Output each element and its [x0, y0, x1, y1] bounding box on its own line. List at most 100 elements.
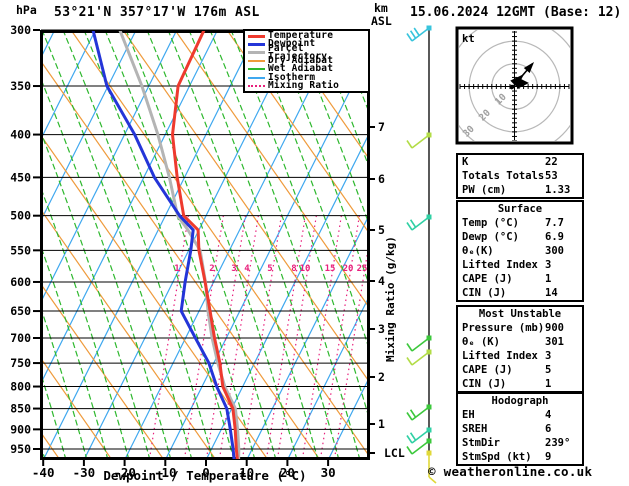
svg-text:4: 4: [244, 264, 250, 274]
svg-text:550: 550: [10, 243, 31, 257]
table-row: PW (cm) 1.33: [458, 183, 582, 197]
credit: © weatheronline.co.uk: [428, 464, 593, 479]
row-value: 7.7: [545, 217, 564, 229]
wind-barb: [406, 337, 430, 352]
table-row: EH 4: [458, 408, 582, 422]
svg-text:600: 600: [10, 275, 31, 289]
wind-barb: [406, 134, 430, 149]
svg-text:2: 2: [209, 264, 214, 274]
panel-most-unstable: Most Unstable Pressure (mb) 900 θₑ (K) 301 Li…: [456, 305, 584, 393]
svg-text:25: 25: [357, 264, 368, 274]
legend-swatch: [248, 51, 265, 55]
svg-text:3: 3: [231, 264, 236, 274]
legend-item-mixing-ratio: Mixing Ratio: [245, 79, 368, 91]
wind-barb: [406, 440, 430, 455]
row-value: 239°: [545, 437, 571, 449]
row-label: Pressure (mb): [462, 322, 545, 334]
row-label: Dewp (°C): [462, 231, 519, 243]
row-label: Totals Totals: [462, 170, 545, 182]
legend-label: Mixing Ratio: [268, 79, 340, 91]
row-value: 6.9: [545, 231, 564, 243]
skewt-app: 300 350 400 450 500 550 600 650 700 750 800 850 900 9…: [0, 0, 629, 486]
altitude-axis-unit: km: [374, 1, 388, 15]
row-label: Temp (°C): [462, 217, 519, 229]
svg-text:6: 6: [378, 172, 385, 186]
x-axis-label: Dewpoint / Temperature (°C): [103, 468, 307, 483]
hodograph: 102030kt: [455, 26, 574, 145]
svg-text:kt: kt: [462, 33, 475, 45]
svg-text:900: 900: [10, 422, 31, 436]
svg-text:450: 450: [10, 170, 31, 184]
row-label: StmSpd (kt): [462, 451, 532, 463]
svg-text:750: 750: [10, 356, 31, 370]
svg-text:15: 15: [325, 264, 336, 274]
table-row: StmDir 239°: [458, 436, 582, 450]
table-row: Temp (°C) 7.7: [458, 216, 582, 230]
row-value: 3: [545, 350, 552, 362]
mixing-ratio-axis-label: Mixing Ratio (g/kg): [384, 236, 397, 362]
svg-text:700: 700: [10, 331, 31, 345]
svg-text:1: 1: [378, 417, 385, 431]
datetime-title: 15.06.2024 12GMT (Base: 12): [410, 5, 622, 20]
row-label: SREH: [462, 423, 488, 435]
wind-barb: [406, 429, 430, 444]
panel-surface: Surface Temp (°C) 7.7 Dewp (°C) 6.9 θₑ(K) 300 L…: [456, 200, 584, 302]
row-value: 9: [545, 451, 552, 463]
row-value: 1: [545, 378, 552, 390]
table-row: CIN (J) 1: [458, 377, 582, 391]
plot-frame: [40, 30, 370, 460]
svg-text:950: 950: [10, 442, 31, 456]
row-value: 900: [545, 322, 564, 334]
altitude-axis-ref: ASL: [371, 14, 392, 28]
legend: Temperature Dewpoint Parcel Trajectory Dry …: [243, 29, 370, 93]
row-label: Lifted Index: [462, 259, 538, 271]
row-label: Lifted Index: [462, 350, 538, 362]
svg-text:650: 650: [10, 304, 31, 318]
svg-text:800: 800: [10, 380, 31, 394]
panel-hodograph: Hodograph EH 4 SREH 6 StmDir 239° StmSpd (kt) 9: [456, 392, 584, 466]
table-row: CAPE (J) 5: [458, 363, 582, 377]
row-label: PW (cm): [462, 184, 507, 196]
svg-text:400: 400: [10, 128, 31, 142]
row-value: 301: [545, 336, 564, 348]
row-label: θₑ (K): [462, 336, 500, 348]
row-label: CAPE (J): [462, 364, 513, 376]
svg-text:850: 850: [10, 402, 31, 416]
svg-text:8: 8: [291, 264, 296, 274]
svg-text:5: 5: [267, 264, 272, 274]
wind-barb: [406, 216, 430, 231]
row-value: 22: [545, 156, 558, 168]
row-value: 1: [545, 273, 552, 285]
row-value: 5: [545, 364, 552, 376]
wind-barb: [406, 351, 430, 366]
table-row: SREH 6: [458, 422, 582, 436]
table-row: Pressure (mb) 900: [458, 321, 582, 335]
row-label: CAPE (J): [462, 273, 513, 285]
legend-swatch: [248, 42, 265, 46]
panel-indices: K 22 Totals Totals 53 PW (cm) 1.33: [456, 153, 584, 199]
row-value: 14: [545, 287, 558, 299]
table-row: StmSpd (kt) 9: [458, 450, 582, 464]
table-row: CIN (J) 14: [458, 286, 582, 300]
row-value: 6: [545, 423, 552, 435]
table-row: Lifted Index 3: [458, 349, 582, 363]
row-value: 1.33: [545, 184, 571, 196]
row-label: StmDir: [462, 437, 500, 449]
table-row: Dewp (°C) 6.9: [458, 230, 582, 244]
panel-title: Surface: [497, 203, 543, 215]
svg-text:20: 20: [343, 264, 354, 274]
row-value: 53: [545, 170, 558, 182]
row-label: CIN (J): [462, 287, 507, 299]
svg-text:500: 500: [10, 209, 31, 223]
pressure-axis-unit: hPa: [16, 3, 37, 17]
legend-swatch: [248, 68, 265, 71]
row-value: 300: [545, 245, 564, 257]
legend-swatch: [248, 34, 265, 38]
table-row: θₑ(K) 300: [458, 244, 582, 258]
svg-text:350: 350: [10, 79, 31, 93]
row-label: EH: [462, 409, 475, 421]
row-label: K: [462, 156, 469, 168]
legend-swatch: [248, 76, 265, 79]
legend-swatch: [248, 59, 265, 62]
wind-barb: [406, 27, 430, 42]
